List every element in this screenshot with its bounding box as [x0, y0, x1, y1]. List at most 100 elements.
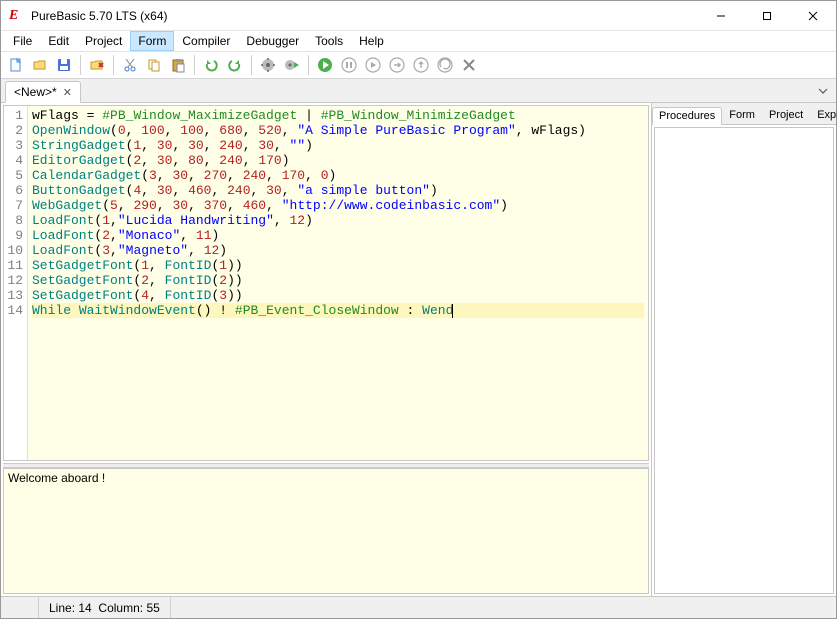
- status-cell-empty: [5, 597, 39, 618]
- gutter-line: 1: [6, 108, 23, 123]
- pause-button[interactable]: [338, 54, 360, 76]
- side-tab-explorer[interactable]: Explorer: [810, 106, 837, 124]
- status-cursor-position: Line: 14 Column: 55: [39, 597, 171, 618]
- code-line[interactable]: WebGadget(5, 290, 30, 370, 460, "http://…: [32, 198, 644, 213]
- close-button[interactable]: [790, 1, 836, 31]
- copy-button[interactable]: [143, 54, 165, 76]
- tab-dropdown-button[interactable]: [814, 82, 832, 100]
- code-line[interactable]: While WaitWindowEvent() ! #PB_Event_Clos…: [32, 303, 644, 318]
- code-line[interactable]: StringGadget(1, 30, 30, 240, 30, ""): [32, 138, 644, 153]
- window-title: PureBasic 5.70 LTS (x64): [31, 9, 168, 23]
- code-line[interactable]: OpenWindow(0, 100, 100, 680, 520, "A Sim…: [32, 123, 644, 138]
- code-line[interactable]: LoadFont(2,"Monaco", 11): [32, 228, 644, 243]
- menubar: FileEditProjectFormCompilerDebuggerTools…: [1, 31, 836, 51]
- toolbar-separator: [308, 55, 309, 75]
- code-line[interactable]: SetGadgetFont(4, FontID(3)): [32, 288, 644, 303]
- step-over-icon: [365, 57, 381, 73]
- code-area[interactable]: wFlags = #PB_Window_MaximizeGadget | #PB…: [28, 106, 648, 460]
- open-file-button[interactable]: [29, 54, 51, 76]
- save-file-icon: [56, 57, 72, 73]
- redo-icon: [227, 57, 243, 73]
- gutter-line: 14: [6, 303, 23, 318]
- menu-tools[interactable]: Tools: [307, 31, 351, 51]
- close-icon: [808, 11, 818, 21]
- run-button[interactable]: [314, 54, 336, 76]
- menu-edit[interactable]: Edit: [40, 31, 77, 51]
- step-into-button[interactable]: [386, 54, 408, 76]
- code-line[interactable]: LoadFont(3,"Magneto", 12): [32, 243, 644, 258]
- code-line[interactable]: ButtonGadget(4, 30, 460, 240, 30, "a sim…: [32, 183, 644, 198]
- toolbar-separator: [80, 55, 81, 75]
- cut-button[interactable]: [119, 54, 141, 76]
- new-file-icon: [8, 57, 24, 73]
- redo-button[interactable]: [224, 54, 246, 76]
- continue-icon: [437, 57, 453, 73]
- toolbar-separator: [251, 55, 252, 75]
- menu-help[interactable]: Help: [351, 31, 392, 51]
- side-panel: ProceduresFormProjectExplorer: [651, 103, 836, 596]
- gutter-line: 3: [6, 138, 23, 153]
- message-panel[interactable]: Welcome aboard !: [3, 468, 649, 594]
- menu-file[interactable]: File: [5, 31, 40, 51]
- minimize-icon: [716, 11, 726, 21]
- chevron-down-icon: [818, 88, 828, 94]
- code-line[interactable]: EditorGadget(2, 30, 80, 240, 170): [32, 153, 644, 168]
- compile-button[interactable]: [257, 54, 279, 76]
- status-col-value: 55: [146, 601, 159, 615]
- step-over-button[interactable]: [362, 54, 384, 76]
- code-line[interactable]: SetGadgetFont(1, FontID(1)): [32, 258, 644, 273]
- titlebar: E PureBasic 5.70 LTS (x64): [1, 1, 836, 31]
- side-panel-body[interactable]: [654, 127, 834, 594]
- minimize-button[interactable]: [698, 1, 744, 31]
- toolbar: [1, 51, 836, 79]
- undo-button[interactable]: [200, 54, 222, 76]
- menu-compiler[interactable]: Compiler: [174, 31, 238, 51]
- status-col-label: Column:: [98, 601, 143, 615]
- side-tab-project[interactable]: Project: [762, 106, 810, 124]
- gutter-line: 4: [6, 153, 23, 168]
- gutter-line: 13: [6, 288, 23, 303]
- side-tab-form[interactable]: Form: [722, 106, 762, 124]
- file-tab[interactable]: <New>* ✕: [5, 81, 81, 103]
- side-panel-tabs: ProceduresFormProjectExplorer: [652, 103, 836, 125]
- gutter-line: 7: [6, 198, 23, 213]
- gutter-line: 5: [6, 168, 23, 183]
- new-file-button[interactable]: [5, 54, 27, 76]
- stop-button[interactable]: [458, 54, 480, 76]
- maximize-button[interactable]: [744, 1, 790, 31]
- menu-form[interactable]: Form: [130, 31, 174, 51]
- stop-icon: [461, 57, 477, 73]
- code-line[interactable]: wFlags = #PB_Window_MaximizeGadget | #PB…: [32, 108, 644, 123]
- save-file-button[interactable]: [53, 54, 75, 76]
- copy-icon: [146, 57, 162, 73]
- side-tab-procedures[interactable]: Procedures: [652, 107, 722, 125]
- cut-icon: [122, 57, 138, 73]
- step-out-icon: [413, 57, 429, 73]
- code-line[interactable]: SetGadgetFont(2, FontID(2)): [32, 273, 644, 288]
- open-file-icon: [32, 57, 48, 73]
- compile-run-icon: [284, 57, 300, 73]
- file-tabbar: <New>* ✕: [1, 79, 836, 103]
- close-button[interactable]: [86, 54, 108, 76]
- continue-button[interactable]: [434, 54, 456, 76]
- paste-button[interactable]: [167, 54, 189, 76]
- message-text: Welcome aboard !: [8, 471, 105, 485]
- compile-icon: [260, 57, 276, 73]
- code-editor[interactable]: 1234567891011121314 wFlags = #PB_Window_…: [3, 105, 649, 461]
- pause-icon: [341, 57, 357, 73]
- file-tab-label: <New>*: [14, 85, 57, 99]
- compile-run-button[interactable]: [281, 54, 303, 76]
- gutter-line: 10: [6, 243, 23, 258]
- close-icon: [89, 57, 105, 73]
- file-tab-close-icon[interactable]: ✕: [63, 86, 72, 99]
- menu-debugger[interactable]: Debugger: [238, 31, 307, 51]
- gutter-line: 2: [6, 123, 23, 138]
- step-out-button[interactable]: [410, 54, 432, 76]
- menu-project[interactable]: Project: [77, 31, 130, 51]
- code-line[interactable]: CalendarGadget(3, 30, 270, 240, 170, 0): [32, 168, 644, 183]
- toolbar-separator: [113, 55, 114, 75]
- code-line[interactable]: LoadFont(1,"Lucida Handwriting", 12): [32, 213, 644, 228]
- app-icon: E: [9, 8, 25, 24]
- paste-icon: [170, 57, 186, 73]
- step-into-icon: [389, 57, 405, 73]
